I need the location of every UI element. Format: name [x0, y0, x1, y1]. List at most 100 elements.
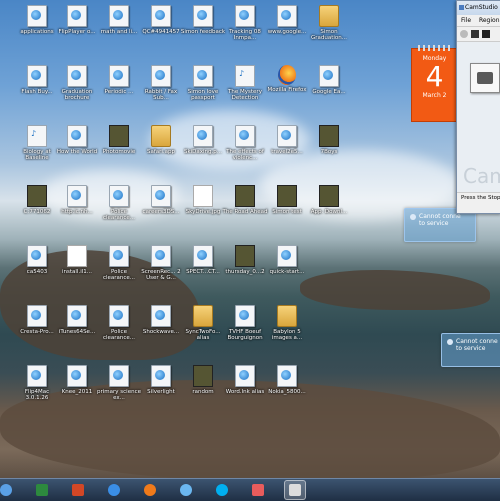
- desktop-icon-label: SPECT...CT...: [186, 269, 220, 275]
- image-thumbnail-icon: [235, 245, 255, 267]
- desktop-icon[interactable]: SkiDaxing.p...: [180, 125, 226, 155]
- desktop-icon-label: Tracking 08 Inmpa...: [229, 29, 261, 41]
- desktop-icon[interactable]: Simon love passport: [180, 65, 226, 101]
- desktop-icon[interactable]: Rabbit / Fax Sub...: [138, 65, 184, 101]
- desktop-icon[interactable]: Photomovie: [96, 125, 142, 155]
- desktop-icon[interactable]: Simon feedback: [180, 5, 226, 35]
- desktop-icon[interactable]: math and li...: [96, 5, 142, 35]
- desktop-icon[interactable]: Simon Graduation...: [306, 5, 352, 41]
- calendar-gadget[interactable]: Monday 4 March 2: [411, 45, 458, 122]
- camstudio-window[interactable]: CamStudio File Region Cam Press the Stop: [456, 0, 500, 214]
- taskbar-button[interactable]: [68, 481, 88, 499]
- blank-file-icon: [67, 245, 87, 267]
- desktop-icon-label: Simon feedback: [180, 29, 226, 35]
- desktop-icon-label: SyncTwoFo... alias: [185, 329, 221, 341]
- desktop-icon[interactable]: install.il1...: [54, 245, 100, 275]
- record-icon[interactable]: [460, 30, 468, 38]
- image-thumbnail-icon: [319, 185, 339, 207]
- desktop-icon[interactable]: http.ic.nh...: [54, 185, 100, 215]
- desktop-icon[interactable]: careers3DS...: [138, 185, 184, 215]
- taskbar-button[interactable]: [176, 481, 196, 499]
- desktop-icon[interactable]: Babylon 5 images a...: [264, 305, 310, 341]
- document-icon: [67, 365, 87, 387]
- desktop-icon[interactable]: 7Boys: [306, 125, 352, 155]
- taskbar-button[interactable]: [212, 481, 232, 499]
- image-thumbnail-icon: [319, 125, 339, 147]
- desktop-icon-label: The Mystery Detection: [228, 89, 262, 101]
- desktop-icon[interactable]: The effects of violenc...: [222, 125, 268, 161]
- image-thumbnail-icon: [277, 185, 297, 207]
- desktop: applications FlipPlayer o... math and li..…: [0, 0, 500, 478]
- desktop-icon[interactable]: Silverlight: [138, 365, 184, 395]
- desktop-icon[interactable]: Shockwave...: [138, 305, 184, 335]
- desktop-icon[interactable]: ♪ The Mystery Detection: [222, 65, 268, 101]
- camstudio-brand: Cam: [463, 164, 500, 188]
- taskbar-button[interactable]: [32, 481, 52, 499]
- document-icon: [193, 125, 213, 147]
- taskbar-button[interactable]: [140, 481, 160, 499]
- document-icon: [151, 5, 171, 27]
- desktop-icon[interactable]: Police clearance...: [96, 185, 142, 221]
- desktop-icon-label: quick-start...: [269, 269, 305, 275]
- camstudio-titlebar[interactable]: CamStudio: [457, 1, 500, 15]
- desktop-icon[interactable]: SkyDrive.jpg: [180, 185, 226, 215]
- desktop-icon[interactable]: App. Downl...: [306, 185, 352, 215]
- shortcut-badge-icon: [197, 250, 207, 260]
- desktop-icon-label: SkiDaxing.p...: [183, 149, 223, 155]
- desktop-icon[interactable]: SyncTwoFo... alias: [180, 305, 226, 341]
- desktop-icon-label: The effects of violenc...: [226, 149, 264, 161]
- desktop-icon[interactable]: Knee_2011: [54, 365, 100, 395]
- calendar-month: March 2: [422, 92, 447, 99]
- desktop-icon[interactable]: How the World: [54, 125, 100, 155]
- document-icon: [277, 5, 297, 27]
- shortcut-badge-icon: [113, 10, 123, 20]
- desktop-icon[interactable]: QC#4941457: [138, 5, 184, 35]
- desktop-icon[interactable]: Tracking 08 Inmpa...: [222, 5, 268, 41]
- desktop-icon[interactable]: Mozilla Firefox: [264, 65, 310, 93]
- desktop-icon[interactable]: Police clearance...: [96, 245, 142, 281]
- desktop-icon[interactable]: iTunes64Se...: [54, 305, 100, 335]
- desktop-icon[interactable]: Graduation brochure: [54, 65, 100, 101]
- desktop-icon[interactable]: Police clearance...: [96, 305, 142, 341]
- desktop-icon[interactable]: Google Ea...: [306, 65, 352, 95]
- taskbar-button[interactable]: [284, 480, 306, 500]
- shortcut-badge-icon: [113, 370, 123, 380]
- desktop-icon[interactable]: FlipPlayer o...: [54, 5, 100, 35]
- shortcut-badge-icon: [71, 190, 81, 200]
- desktop-icon[interactable]: Nokia_5800...: [264, 365, 310, 395]
- info-icon: [410, 214, 416, 220]
- recording-widget[interactable]: [470, 63, 500, 93]
- desktop-icon[interactable]: ScreenRec... 2 User & G...: [138, 245, 184, 281]
- desktop-icon-label: Simon Graduation...: [310, 29, 348, 41]
- desktop-icon[interactable]: TVHF Boeuf Bourguignon: [222, 305, 268, 341]
- document-icon: [151, 65, 171, 87]
- desktop-icon[interactable]: Word.lnk alias: [222, 365, 268, 395]
- document-icon: [67, 185, 87, 207]
- menu-file[interactable]: File: [461, 17, 471, 24]
- stop-icon[interactable]: [482, 30, 490, 38]
- taskbar-button[interactable]: [0, 481, 16, 499]
- firefox-icon: [278, 65, 296, 85]
- desktop-icon[interactable]: The Road Ahead: [222, 185, 268, 215]
- desktop-icon[interactable]: thursday_0...2: [222, 245, 268, 275]
- desktop-icon[interactable]: random: [180, 365, 226, 395]
- desktop-icon[interactable]: SPECT...CT...: [180, 245, 226, 275]
- desktop-icon[interactable]: primary science ex...: [96, 365, 142, 401]
- pause-icon[interactable]: [471, 30, 479, 38]
- taskbar-button[interactable]: [248, 481, 268, 499]
- camera-icon: [477, 72, 493, 84]
- taskbar-button[interactable]: [104, 481, 124, 499]
- desktop-icon[interactable]: www.google...: [264, 5, 310, 35]
- desktop-icon[interactable]: Simon test: [264, 185, 310, 215]
- menu-region[interactable]: Region: [479, 17, 500, 24]
- image-thumbnail-icon: [193, 365, 213, 387]
- shortcut-badge-icon: [31, 370, 41, 380]
- info-icon: [447, 339, 453, 345]
- desktop-icon[interactable]: Periodic ...: [96, 65, 142, 95]
- camstudio-icon: [289, 484, 301, 496]
- desktop-icon-label: App. Downl...: [310, 209, 348, 215]
- desktop-icon[interactable]: quick-start...: [264, 245, 310, 275]
- notification-toast[interactable]: Cannot conne to service: [441, 333, 500, 367]
- desktop-icon[interactable]: Safari.app: [138, 125, 184, 155]
- desktop-icon[interactable]: travel2e5...: [264, 125, 310, 155]
